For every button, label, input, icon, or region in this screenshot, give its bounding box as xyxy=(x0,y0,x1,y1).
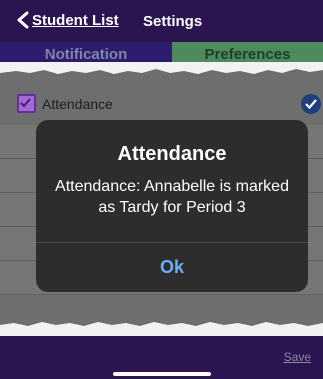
alert-dialog: Attendance Attendance: Annabelle is mark… xyxy=(36,120,308,292)
nav-bar: Student List Settings xyxy=(0,0,323,42)
dialog-title: Attendance xyxy=(117,143,227,165)
save-button[interactable]: Save xyxy=(284,350,311,364)
torn-edge-top xyxy=(0,62,323,74)
chevron-left-icon xyxy=(17,11,29,29)
attendance-checkbox[interactable] xyxy=(17,94,36,113)
checkbox-icon xyxy=(20,98,31,108)
checkmark-circle-icon xyxy=(305,99,317,110)
home-indicator[interactable] xyxy=(113,372,211,376)
ok-button[interactable]: Ok xyxy=(36,243,308,292)
back-label: Student List xyxy=(32,11,119,29)
back-button[interactable]: Student List xyxy=(16,11,119,29)
page-title: Settings xyxy=(143,13,203,30)
attendance-toggle[interactable] xyxy=(301,94,321,114)
attendance-label: Attendance xyxy=(42,96,113,112)
dialog-message: Attendance: Annabelle is marked as Tardy… xyxy=(55,178,289,216)
